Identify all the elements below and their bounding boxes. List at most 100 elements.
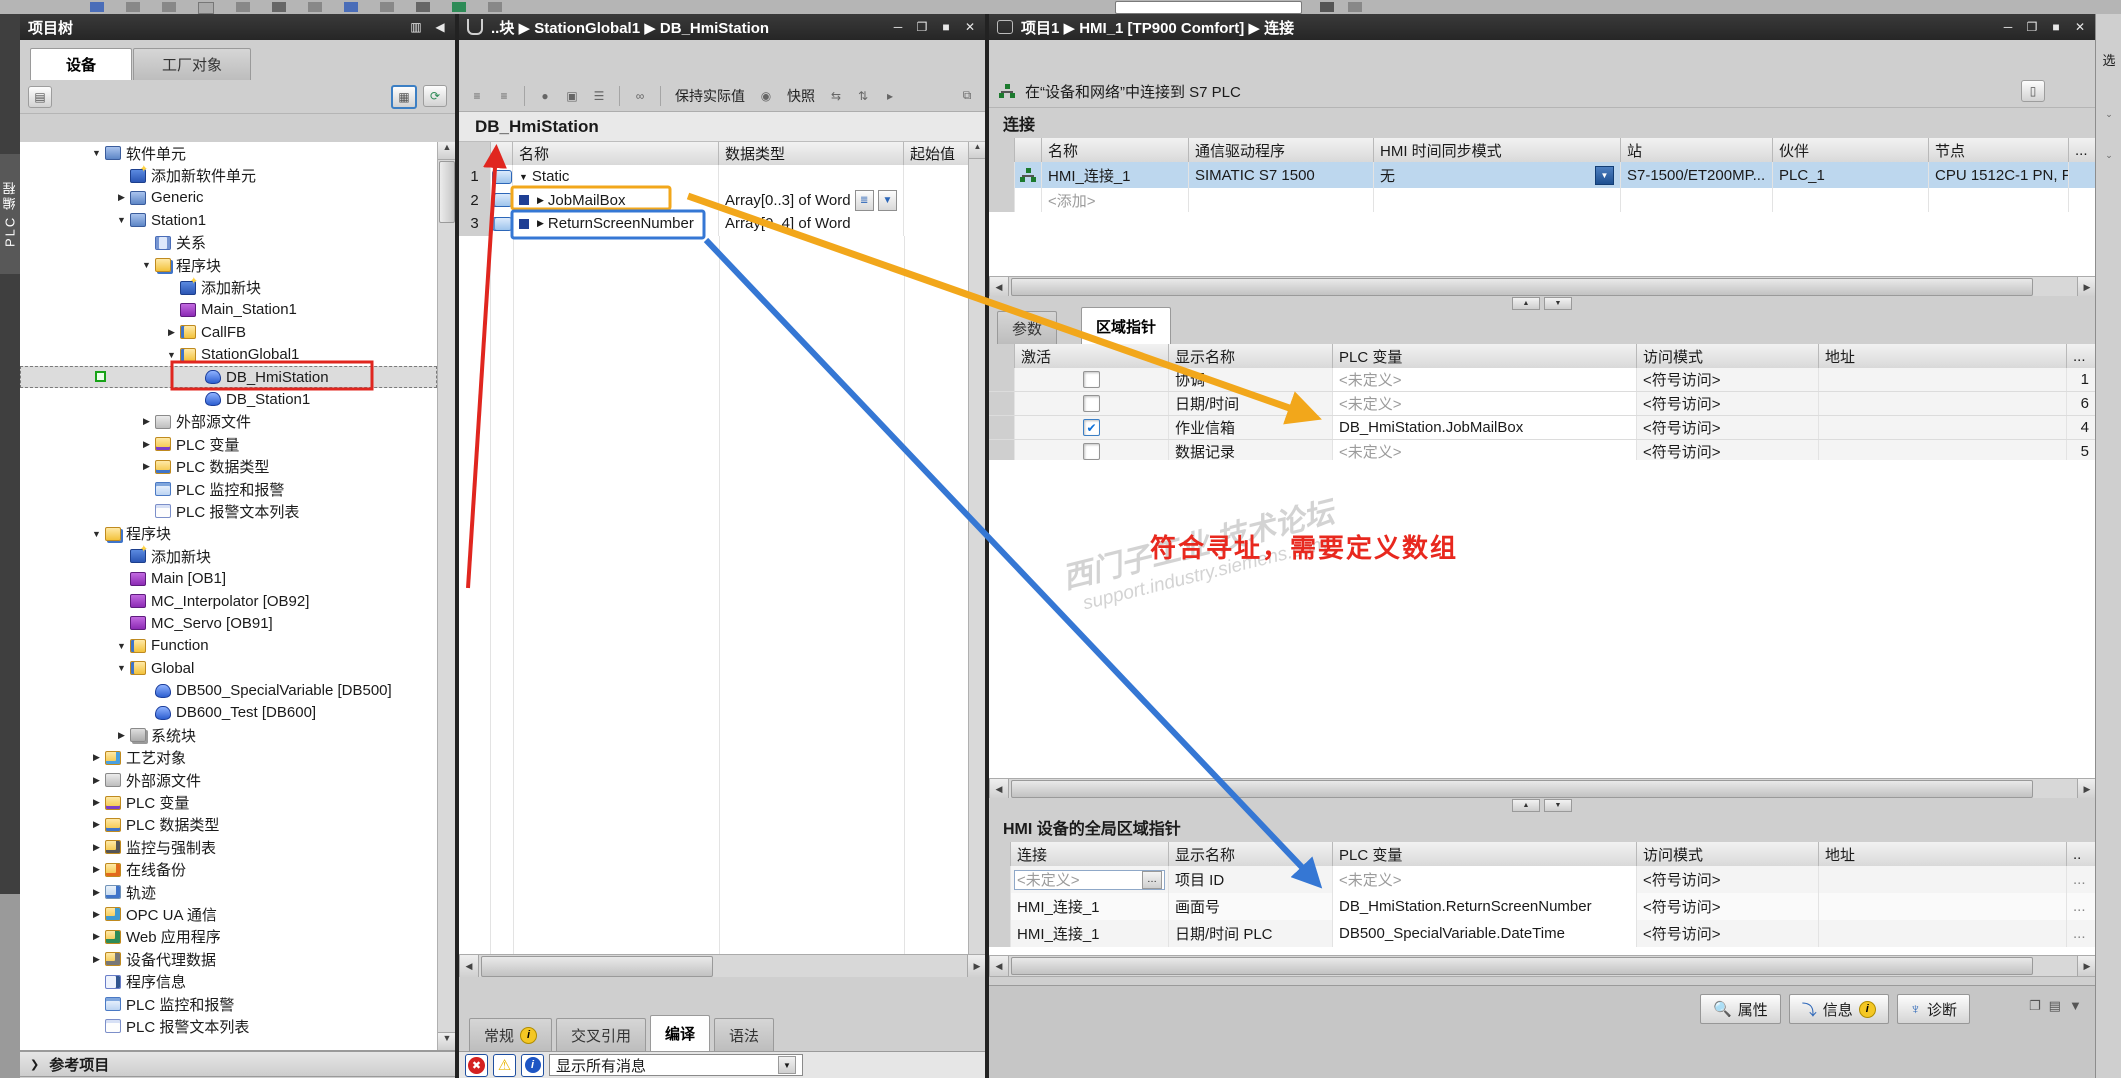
scroll-thumb[interactable]: [439, 161, 455, 223]
tree-expander-icon[interactable]: ▶: [88, 864, 105, 875]
col-length[interactable]: ...: [2067, 344, 2095, 368]
float-icon[interactable]: [915, 20, 929, 34]
table-view-icon[interactable]: ▦: [391, 85, 417, 109]
tree-item[interactable]: ▼ Function: [20, 635, 437, 657]
browse-icon[interactable]: …: [1142, 871, 1162, 889]
rail-chevron-icon[interactable]: ⌄: [2096, 150, 2121, 161]
scroll-left-icon[interactable]: ◀: [990, 779, 1009, 799]
tree-item[interactable]: Main [OB1]: [20, 567, 437, 589]
tree-expander-icon[interactable]: ▼: [88, 529, 105, 539]
collapse-inspector-icon[interactable]: ▼: [2069, 998, 2082, 1014]
pointer-plc-tag[interactable]: DB_HmiStation.JobMailBox: [1333, 416, 1637, 439]
tree-item[interactable]: ▼ 程序块: [20, 254, 437, 276]
db-row-static[interactable]: 1 ▼Static: [459, 165, 968, 190]
tree-expander-icon[interactable]: ▼: [113, 641, 130, 651]
col-plc-tag[interactable]: PLC 变量: [1333, 344, 1637, 368]
scroll-left-icon[interactable]: ◀: [990, 956, 1009, 976]
active-checkbox[interactable]: [1083, 395, 1100, 412]
keep-actual-values-button[interactable]: 保持实际值: [669, 86, 751, 106]
pin-panel-icon[interactable]: ▥: [409, 20, 423, 34]
expand-all-icon[interactable]: ☰: [587, 85, 611, 107]
tree-item[interactable]: 关系: [20, 232, 437, 254]
tree-item[interactable]: ▼ 程序块: [20, 523, 437, 545]
clipboard-icon[interactable]: ⧉: [955, 85, 979, 107]
tree-expander-icon[interactable]: ▼: [113, 215, 130, 225]
tree-item[interactable]: ▶ 外部源文件: [20, 769, 437, 791]
col-sync-mode[interactable]: HMI 时间同步模式: [1374, 138, 1621, 162]
tree-item[interactable]: ▶ 系统块: [20, 724, 437, 746]
tree-item[interactable]: PLC 报警文本列表: [20, 500, 437, 522]
pointer-plc-tag[interactable]: <未定义>: [1333, 368, 1637, 391]
col-station[interactable]: 站: [1621, 138, 1773, 162]
pointer-access-mode[interactable]: <符号访问>: [1637, 920, 1819, 947]
col-address[interactable]: 地址: [1819, 344, 2067, 368]
tab-cross-references[interactable]: 交叉引用: [556, 1018, 646, 1051]
active-checkbox[interactable]: [1083, 419, 1100, 436]
db-col-startvalue[interactable]: 起始值: [904, 142, 966, 165]
var-name[interactable]: JobMailBox: [548, 192, 626, 209]
maximize-icon[interactable]: [939, 20, 953, 34]
tree-item[interactable]: PLC 监控和报警: [20, 478, 437, 500]
global-pointer-hscrollbar[interactable]: ◀ ▶: [989, 955, 2097, 977]
array-detail-icon[interactable]: ≣: [855, 190, 874, 211]
row-more[interactable]: ...: [2067, 893, 2095, 920]
tree-expander-icon[interactable]: ▶: [113, 730, 130, 741]
row-expander-icon[interactable]: ▼: [519, 172, 528, 182]
tab-parameters[interactable]: 参数: [997, 311, 1057, 344]
tree-expander-icon[interactable]: ▶: [138, 439, 155, 450]
col-display-name[interactable]: 显示名称: [1169, 842, 1333, 866]
close-icon[interactable]: [963, 20, 977, 34]
tree-expander-icon[interactable]: ▶: [88, 931, 105, 942]
tree-expander-icon[interactable]: ▶: [88, 909, 105, 920]
tree-item[interactable]: DB_HmiStation: [20, 366, 437, 388]
area-pointer-row[interactable]: 作业信箱 DB_HmiStation.JobMailBox <符号访问> 4: [989, 416, 2095, 440]
close-icon[interactable]: [2073, 20, 2087, 34]
connection-row[interactable]: HMI_连接_1 SIMATIC S7 1500 无▼ S7-1500/ET20…: [989, 162, 2095, 189]
db-row-jobmailbox[interactable]: 2 ▶JobMailBox Array[0..3] of Word≣▼: [459, 189, 968, 214]
connection-partner[interactable]: PLC_1: [1773, 162, 1929, 188]
tree-item[interactable]: MC_Interpolator [OB92]: [20, 590, 437, 612]
area-pointer-hscrollbar[interactable]: ◀ ▶: [989, 778, 2097, 800]
var-name[interactable]: Static: [532, 168, 570, 185]
reset-start-values-icon[interactable]: ●: [533, 85, 557, 107]
expand-section-icon[interactable]: ❯: [30, 1058, 39, 1071]
area-pointer-row[interactable]: 日期/时间 <未定义> <符号访问> 6: [989, 392, 2095, 416]
pointer-address[interactable]: [1819, 416, 2067, 439]
warning-icon[interactable]: [493, 1054, 516, 1077]
var-type[interactable]: Array[0..3] of Word: [725, 192, 851, 209]
properties-button[interactable]: 🔍属性: [1700, 994, 1781, 1024]
float-inspector-icon[interactable]: ❐: [2029, 998, 2041, 1014]
connection-node[interactable]: CPU 1512C-1 PN, P...: [1929, 162, 2069, 188]
tree-item[interactable]: PLC 报警文本列表: [20, 1015, 437, 1037]
tree-expander-icon[interactable]: ▼: [113, 663, 130, 673]
tree-item[interactable]: DB600_Test [DB600]: [20, 702, 437, 724]
left-rail-tab-plc-editing[interactable]: PLC 编程: [0, 154, 20, 274]
add-row-icon[interactable]: ≡: [492, 85, 516, 107]
hmi-breadcrumb[interactable]: 项目1 ▶ HMI_1 [TP900 Comfort] ▶ 连接: [1021, 17, 1294, 38]
tree-item[interactable]: 添加新软件单元: [20, 164, 437, 186]
tree-item[interactable]: ▶ PLC 数据类型: [20, 455, 437, 477]
pointer-access-mode[interactable]: <符号访问>: [1637, 416, 1819, 439]
connection-name[interactable]: HMI_连接_1: [1042, 162, 1189, 188]
right-rail-label[interactable]: 选: [2096, 50, 2121, 69]
connection-value[interactable]: HMI_连接_1: [1011, 920, 1169, 947]
tree-expander-icon[interactable]: ▶: [88, 954, 105, 965]
col-driver[interactable]: 通信驱动程序: [1189, 138, 1374, 162]
scroll-up-icon[interactable]: ▲: [969, 142, 986, 159]
tree-item[interactable]: ▶ 在线备份: [20, 859, 437, 881]
tree-expander-icon[interactable]: ▼: [138, 260, 155, 270]
col-name[interactable]: 名称: [1042, 138, 1189, 162]
sync-dropdown-icon[interactable]: ▼: [1595, 166, 1614, 185]
tree-item[interactable]: DB500_SpecialVariable [DB500]: [20, 679, 437, 701]
pointer-plc-tag[interactable]: <未定义>: [1333, 392, 1637, 415]
var-name[interactable]: ReturnScreenNumber: [548, 215, 694, 232]
pointer-address[interactable]: [1819, 392, 2067, 415]
active-checkbox[interactable]: [1083, 443, 1100, 460]
splitter-down-icon[interactable]: ▼: [1544, 799, 1572, 812]
reference-projects-bar[interactable]: ❯ 参考项目: [20, 1050, 455, 1077]
tree-item[interactable]: MC_Servo [OB91]: [20, 612, 437, 634]
tab-syntax[interactable]: 语法: [714, 1018, 774, 1051]
dropdown-arrow-icon[interactable]: ▼: [778, 1056, 796, 1074]
area-pointer-row[interactable]: 协调 <未定义> <符号访问> 1: [989, 368, 2095, 392]
insert-row-icon[interactable]: ≡: [465, 85, 489, 107]
